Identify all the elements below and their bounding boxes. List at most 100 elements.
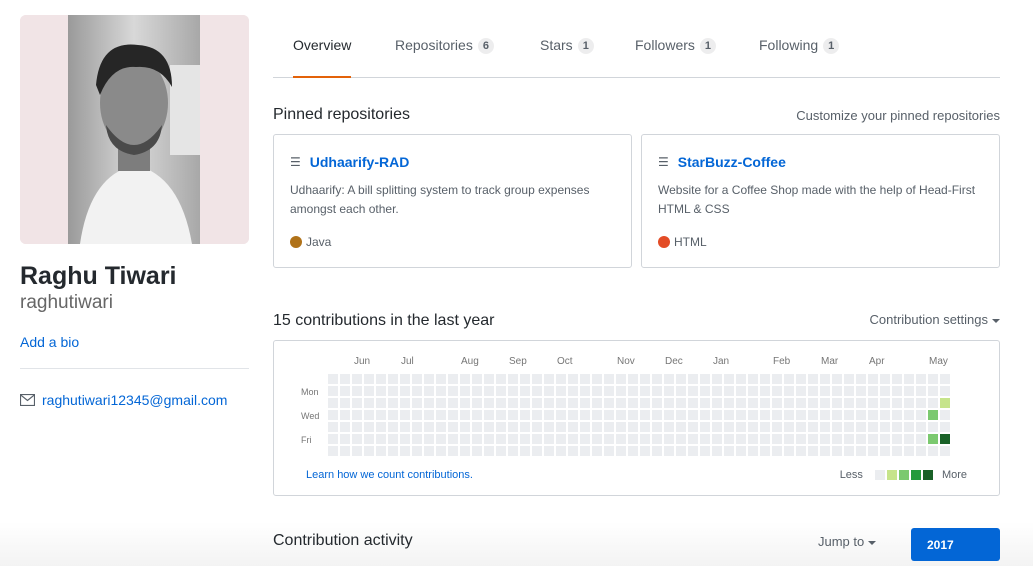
contribution-day[interactable] [652, 422, 662, 432]
contribution-day[interactable] [460, 434, 470, 444]
contribution-day[interactable] [652, 374, 662, 384]
contribution-day[interactable] [616, 410, 626, 420]
contribution-day[interactable] [868, 374, 878, 384]
contribution-day[interactable] [544, 434, 554, 444]
add-bio-link[interactable]: Add a bio [20, 334, 79, 350]
contribution-day[interactable] [472, 434, 482, 444]
contribution-day[interactable] [568, 398, 578, 408]
contribution-day[interactable] [868, 398, 878, 408]
contribution-day[interactable] [916, 386, 926, 396]
contribution-day[interactable] [856, 374, 866, 384]
contribution-day[interactable] [544, 398, 554, 408]
contribution-day[interactable] [364, 374, 374, 384]
contribution-day[interactable] [760, 434, 770, 444]
contribution-day[interactable] [496, 422, 506, 432]
contribution-day[interactable] [568, 410, 578, 420]
contribution-day[interactable] [868, 422, 878, 432]
contribution-day[interactable] [424, 398, 434, 408]
contribution-day[interactable] [604, 386, 614, 396]
contribution-day[interactable] [736, 386, 746, 396]
contribution-day[interactable] [472, 374, 482, 384]
contribution-day[interactable] [820, 410, 830, 420]
contribution-day[interactable] [604, 410, 614, 420]
contribution-day[interactable] [760, 422, 770, 432]
contribution-day[interactable] [532, 446, 542, 456]
contribution-day[interactable] [424, 374, 434, 384]
contribution-day[interactable] [784, 446, 794, 456]
contribution-day[interactable] [496, 446, 506, 456]
contribution-day[interactable] [532, 434, 542, 444]
contribution-day[interactable] [724, 422, 734, 432]
contribution-day[interactable] [556, 434, 566, 444]
contribution-day[interactable] [676, 410, 686, 420]
contribution-day[interactable] [880, 434, 890, 444]
contribution-day[interactable] [436, 446, 446, 456]
contribution-day[interactable] [424, 434, 434, 444]
contribution-day[interactable] [460, 446, 470, 456]
repo-name-link[interactable]: Udhaarify-RAD [310, 154, 410, 170]
contribution-day[interactable] [796, 422, 806, 432]
contribution-day[interactable] [688, 398, 698, 408]
contribution-day[interactable] [904, 434, 914, 444]
contribution-day[interactable] [628, 386, 638, 396]
contribution-day[interactable] [844, 398, 854, 408]
contribution-day[interactable] [472, 422, 482, 432]
contribution-day[interactable] [628, 398, 638, 408]
contribution-day[interactable] [688, 386, 698, 396]
contribution-day[interactable] [940, 446, 950, 456]
contribution-day[interactable] [400, 434, 410, 444]
contribution-day[interactable] [376, 374, 386, 384]
contribution-day[interactable] [892, 386, 902, 396]
contribution-day[interactable] [544, 422, 554, 432]
contribution-day[interactable] [808, 422, 818, 432]
contribution-day[interactable] [448, 386, 458, 396]
contribution-day[interactable] [376, 434, 386, 444]
contribution-day[interactable] [616, 374, 626, 384]
contribution-day[interactable] [376, 386, 386, 396]
contribution-day[interactable] [688, 374, 698, 384]
contribution-day[interactable] [724, 386, 734, 396]
contribution-day[interactable] [808, 386, 818, 396]
contribution-day[interactable] [496, 410, 506, 420]
customize-pins-link[interactable]: Customize your pinned repositories [796, 108, 1000, 123]
contribution-day[interactable] [340, 386, 350, 396]
contribution-day[interactable] [352, 422, 362, 432]
contribution-day[interactable] [676, 374, 686, 384]
contribution-day[interactable] [844, 446, 854, 456]
contribution-day[interactable] [556, 374, 566, 384]
contribution-day[interactable] [928, 446, 938, 456]
contribution-day[interactable] [448, 398, 458, 408]
contribution-day[interactable] [652, 386, 662, 396]
contribution-day[interactable] [784, 386, 794, 396]
contribution-day[interactable] [928, 410, 938, 420]
contribution-day[interactable] [772, 386, 782, 396]
contribution-day[interactable] [928, 434, 938, 444]
contribution-day[interactable] [628, 374, 638, 384]
contribution-day[interactable] [616, 422, 626, 432]
contribution-day[interactable] [808, 374, 818, 384]
contribution-day[interactable] [724, 410, 734, 420]
contribution-day[interactable] [388, 422, 398, 432]
contribution-day[interactable] [364, 386, 374, 396]
contribution-day[interactable] [436, 374, 446, 384]
contribution-day[interactable] [424, 410, 434, 420]
contribution-day[interactable] [652, 410, 662, 420]
contribution-day[interactable] [508, 374, 518, 384]
contribution-day[interactable] [844, 374, 854, 384]
contribution-day[interactable] [532, 398, 542, 408]
contribution-day[interactable] [412, 446, 422, 456]
contribution-day[interactable] [484, 446, 494, 456]
contribution-day[interactable] [928, 422, 938, 432]
contribution-day[interactable] [808, 434, 818, 444]
contribution-day[interactable] [904, 398, 914, 408]
contribution-day[interactable] [388, 386, 398, 396]
contribution-day[interactable] [652, 446, 662, 456]
contribution-day[interactable] [856, 398, 866, 408]
contribution-day[interactable] [796, 398, 806, 408]
contribution-day[interactable] [856, 386, 866, 396]
contribution-day[interactable] [772, 434, 782, 444]
contribution-day[interactable] [688, 422, 698, 432]
contribution-day[interactable] [820, 422, 830, 432]
contribution-day[interactable] [664, 410, 674, 420]
contribution-day[interactable] [472, 410, 482, 420]
